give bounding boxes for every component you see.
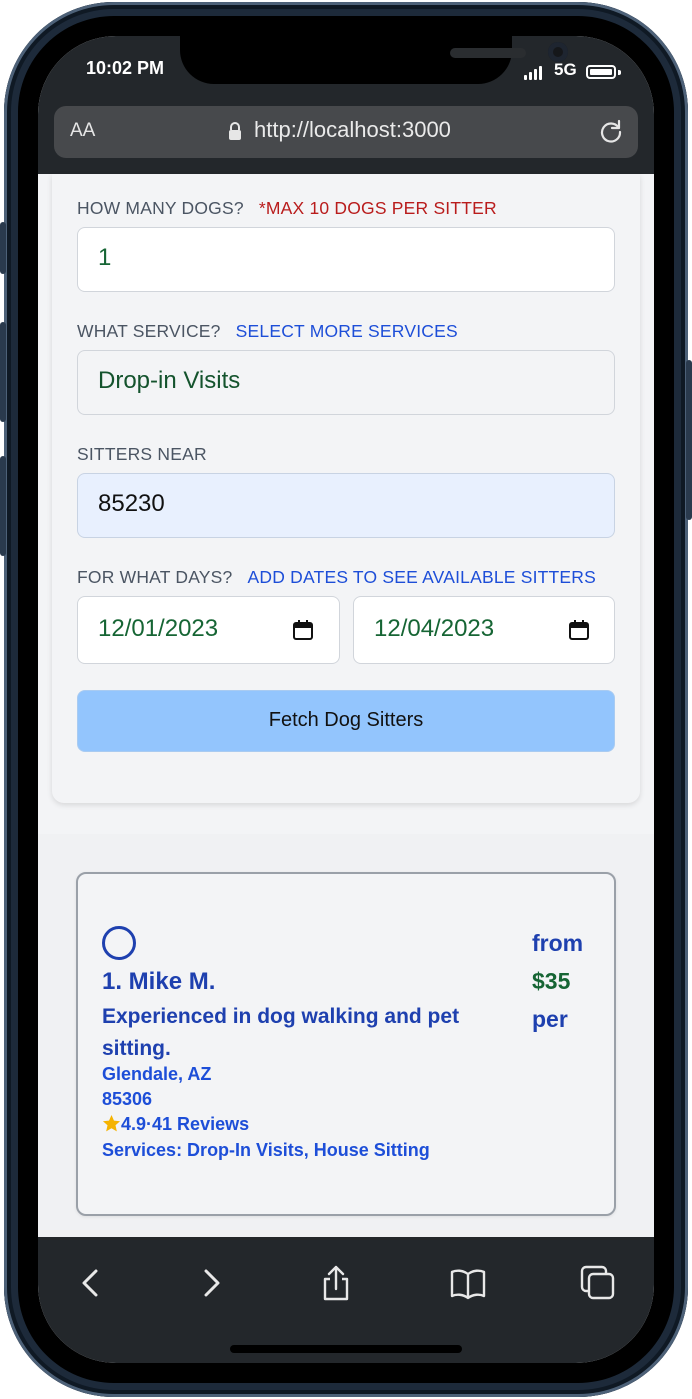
battery-icon: [586, 65, 616, 79]
dogs-label: HOW MANY DOGS? *MAX 10 DOGS PER SITTER: [77, 198, 497, 219]
start-date-value: 12/01/2023: [98, 615, 219, 642]
select-more-services-link[interactable]: SELECT MORE SERVICES: [236, 321, 458, 341]
reload-icon[interactable]: [598, 119, 624, 145]
page-content: HOW MANY DOGS? *MAX 10 DOGS PER SITTER 1…: [38, 174, 654, 1237]
url-text[interactable]: http://localhost:3000: [254, 117, 451, 143]
volume-down-button: [0, 456, 6, 556]
price-value: $35: [532, 968, 571, 994]
end-date-value: 12/04/2023: [374, 615, 495, 642]
sitter-services: Services: Drop-In Visits, House Sitting: [102, 1140, 430, 1160]
power-button: [686, 360, 692, 520]
add-dates-link[interactable]: ADD DATES TO SEE AVAILABLE SITTERS: [248, 567, 597, 587]
rating-value: 4.9: [121, 1114, 147, 1134]
battery-level: [590, 69, 612, 75]
price-per-label: per: [532, 1006, 568, 1032]
sitter-card[interactable]: 1. Mike M. Experienced in dog walking an…: [76, 872, 616, 1216]
days-label: FOR WHAT DAYS? ADD DATES TO SEE AVAILABL…: [77, 567, 596, 588]
star-icon: [102, 1114, 121, 1132]
dogs-max-note: *MAX 10 DOGS PER SITTER: [258, 198, 497, 218]
network-type: 5G: [554, 60, 577, 79]
status-time: 10:02 PM: [86, 58, 165, 78]
dogs-label-text: HOW MANY DOGS?: [77, 198, 244, 218]
front-camera: [548, 42, 568, 62]
service-label-text: WHAT SERVICE?: [77, 321, 221, 341]
forward-icon[interactable]: [192, 1265, 228, 1301]
fetch-dog-sitters-button[interactable]: Fetch Dog Sitters: [77, 690, 615, 752]
sitters-near-label: SITTERS NEAR: [77, 444, 207, 464]
service-value: Drop-in Visits: [98, 367, 241, 394]
earpiece-speaker: [450, 48, 526, 58]
signal-icon: [524, 66, 546, 80]
home-indicator[interactable]: [230, 1345, 462, 1353]
bookmarks-icon[interactable]: [450, 1265, 486, 1301]
sitter-rating: 4.9·41 Reviews: [102, 1114, 249, 1135]
mute-switch: [0, 222, 6, 274]
results-section: 1. Mike M. Experienced in dog walking an…: [38, 834, 654, 1237]
search-form: HOW MANY DOGS? *MAX 10 DOGS PER SITTER 1…: [52, 174, 640, 803]
share-icon[interactable]: [318, 1265, 354, 1301]
service-select[interactable]: Drop-in Visits: [77, 350, 615, 415]
battery-tip: [618, 70, 621, 75]
price-from-label: from: [532, 930, 584, 956]
days-label-text: FOR WHAT DAYS?: [77, 567, 233, 587]
select-sitter-radio[interactable]: [102, 926, 136, 960]
review-count: 41 Reviews: [152, 1114, 250, 1134]
zip-value: 85230: [98, 490, 165, 517]
address-bar[interactable]: AA http://localhost:3000: [54, 106, 638, 158]
sitter-zip: 85306: [102, 1089, 153, 1109]
calendar-icon[interactable]: [568, 619, 590, 641]
sitter-name: 1. Mike M.: [102, 968, 216, 995]
calendar-icon[interactable]: [292, 619, 314, 641]
sitter-description: Experienced in dog walking and pet sitti…: [102, 1005, 460, 1060]
text-size-button[interactable]: AA: [70, 120, 95, 142]
browser-toolbar: [38, 1237, 654, 1363]
zip-input[interactable]: 85230: [77, 473, 615, 538]
notch: [180, 36, 568, 84]
back-icon[interactable]: [74, 1265, 110, 1301]
dogs-count-value: 1: [98, 244, 112, 271]
start-date-input[interactable]: 12/01/2023: [77, 596, 340, 664]
sitter-city: Glendale, AZ: [102, 1064, 212, 1084]
phone-screen: 10:02 PM 5G AA http://localhost:3000 HOW…: [38, 36, 654, 1363]
tabs-icon[interactable]: [580, 1265, 616, 1301]
lock-icon: [229, 122, 241, 140]
service-label: WHAT SERVICE? SELECT MORE SERVICES: [77, 321, 458, 342]
dogs-count-input[interactable]: 1: [77, 227, 615, 292]
end-date-input[interactable]: 12/04/2023: [353, 596, 615, 664]
volume-up-button: [0, 322, 6, 422]
